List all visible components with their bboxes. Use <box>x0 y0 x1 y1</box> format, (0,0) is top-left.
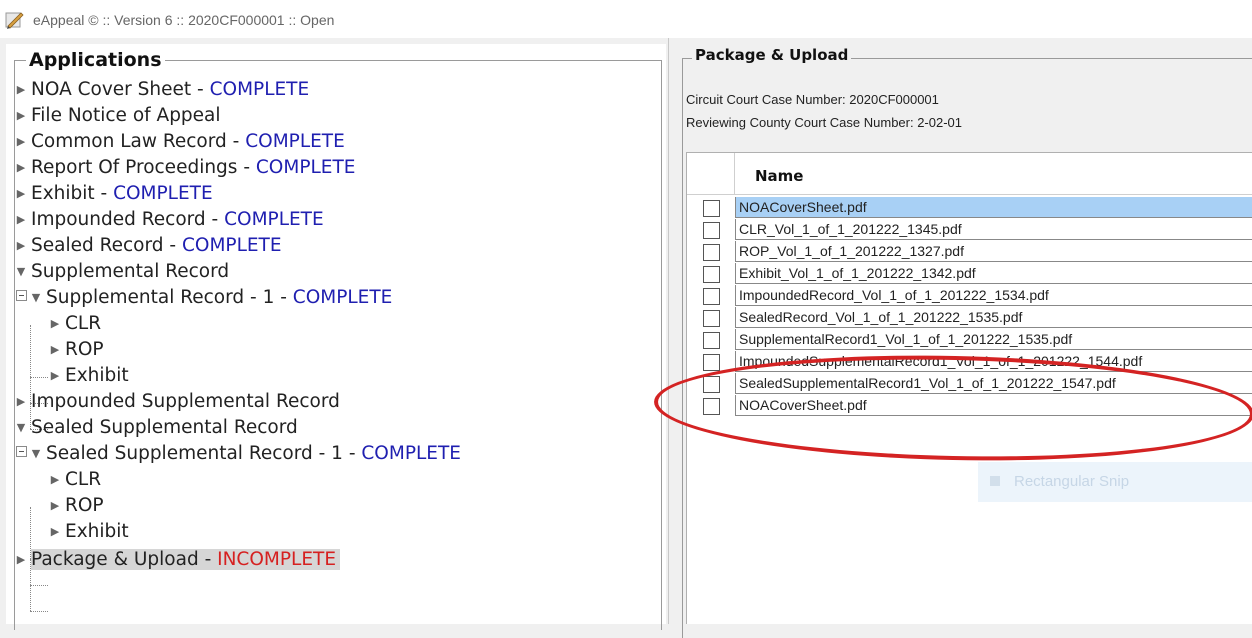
status-incomplete: INCOMPLETE <box>217 549 337 570</box>
tree-item-common-law-record[interactable]: ▶ Common Law Record - COMPLETE <box>14 129 345 155</box>
snip-icon <box>990 476 1000 486</box>
expand-arrow-icon[interactable]: ▶ <box>14 155 28 181</box>
select-column-header[interactable] <box>687 153 735 195</box>
status-complete: COMPLETE <box>292 287 393 308</box>
snip-label: Rectangular Snip <box>1014 473 1130 490</box>
row-checkbox[interactable] <box>703 244 720 261</box>
tree-item-sealed-exhibit[interactable]: ▶ Exhibit <box>48 519 129 545</box>
tree-item-noa-cover-sheet[interactable]: ▶ NOA Cover Sheet - COMPLETE <box>14 77 309 103</box>
expand-arrow-icon[interactable]: ▶ <box>48 519 62 545</box>
table-row[interactable]: SealedRecord_Vol_1_of_1_201222_1535.pdf <box>687 307 1252 328</box>
tree-item-sealed-supplemental-record[interactable]: ▼ Sealed Supplemental Record <box>14 415 298 441</box>
tree-item-report-of-proceedings[interactable]: ▶ Report Of Proceedings - COMPLETE <box>14 155 356 181</box>
table-row[interactable]: SupplementalRecord1_Vol_1_of_1_201222_15… <box>687 329 1252 350</box>
expand-arrow-icon[interactable]: ▶ <box>14 547 28 573</box>
status-complete: COMPLETE <box>361 443 461 464</box>
expand-arrow-icon[interactable]: ▶ <box>14 129 28 155</box>
tree-item-supplemental-exhibit[interactable]: ▶ Exhibit <box>48 363 129 389</box>
status-complete: COMPLETE <box>181 235 282 256</box>
expand-arrow-icon[interactable]: ▶ <box>14 233 28 259</box>
tree-item-exhibit[interactable]: ▶ Exhibit - COMPLETE <box>14 181 213 207</box>
expand-arrow-icon[interactable]: ▶ <box>48 363 62 389</box>
collapse-box-icon[interactable] <box>16 290 27 301</box>
tree-item-sealed-rop[interactable]: ▶ ROP <box>48 493 104 519</box>
tree-item-package-upload[interactable]: ▶ Package & Upload - INCOMPLETE <box>14 547 341 573</box>
table-row[interactable]: NOACoverSheet.pdf <box>687 197 1252 218</box>
expand-arrow-icon[interactable]: ▶ <box>48 311 62 337</box>
expand-arrow-icon[interactable]: ▶ <box>14 207 28 233</box>
applications-title: Applications <box>26 49 165 71</box>
row-checkbox[interactable] <box>703 222 720 239</box>
package-upload-title: Package & Upload <box>692 46 852 64</box>
title-bar: eAppeal © :: Version 6 :: 2020CF000001 :… <box>0 0 1252 38</box>
rectangular-snip-overlay: Rectangular Snip <box>978 462 1252 502</box>
circuit-case-number: Circuit Court Case Number: 2020CF000001 <box>686 92 939 107</box>
status-complete: COMPLETE <box>224 209 324 230</box>
status-complete: COMPLETE <box>113 183 213 204</box>
window-title: eAppeal © :: Version 6 :: 2020CF000001 :… <box>33 12 335 28</box>
file-name[interactable]: CLR_Vol_1_of_1_201222_1345.pdf <box>735 219 1252 240</box>
tree-item-supplemental-record[interactable]: ▼ Supplemental Record <box>14 259 229 285</box>
file-name[interactable]: ImpoundedRecord_Vol_1_of_1_201222_1534.p… <box>735 285 1252 306</box>
file-name[interactable]: Exhibit_Vol_1_of_1_201222_1342.pdf <box>735 263 1252 284</box>
app-icon <box>5 12 24 29</box>
row-checkbox[interactable] <box>703 354 720 371</box>
table-header: Name <box>687 153 1252 195</box>
status-complete: COMPLETE <box>255 157 356 178</box>
expand-arrow-icon[interactable]: ▶ <box>14 181 28 207</box>
row-checkbox[interactable] <box>703 200 720 217</box>
collapse-box-icon[interactable] <box>16 446 27 457</box>
county-case-number: Reviewing County Court Case Number: 2-02… <box>686 115 963 130</box>
tree-item-supplemental-record-1[interactable]: ▼ Supplemental Record - 1 - COMPLETE <box>16 285 392 311</box>
expand-arrow-icon[interactable]: ▶ <box>48 337 62 363</box>
collapse-arrow-icon[interactable]: ▼ <box>14 415 28 441</box>
row-checkbox[interactable] <box>703 288 720 305</box>
table-row[interactable]: ImpoundedRecord_Vol_1_of_1_201222_1534.p… <box>687 285 1252 306</box>
collapse-arrow-icon[interactable]: ▼ <box>29 285 43 311</box>
status-complete: COMPLETE <box>209 79 310 100</box>
tree-item-impounded-record[interactable]: ▶ Impounded Record - COMPLETE <box>14 207 324 233</box>
file-name[interactable]: NOACoverSheet.pdf <box>735 197 1252 218</box>
file-name[interactable]: SupplementalRecord1_Vol_1_of_1_201222_15… <box>735 329 1252 350</box>
expand-arrow-icon[interactable]: ▶ <box>14 77 28 103</box>
tree-item-sealed-record[interactable]: ▶ Sealed Record - COMPLETE <box>14 233 282 259</box>
tree-item-sealed-clr[interactable]: ▶ CLR <box>48 467 101 493</box>
package-upload-panel: Package & Upload Circuit Court Case Numb… <box>680 38 1252 638</box>
expand-arrow-icon[interactable]: ▶ <box>14 389 28 415</box>
name-column-header[interactable]: Name <box>755 167 803 185</box>
table-row[interactable]: CLR_Vol_1_of_1_201222_1345.pdf <box>687 219 1252 240</box>
tree-item-sealed-supplemental-record-1[interactable]: ▼ Sealed Supplemental Record - 1 - COMPLE… <box>16 441 461 467</box>
table-row[interactable]: Exhibit_Vol_1_of_1_201222_1342.pdf <box>687 263 1252 284</box>
tree-item-supplemental-rop[interactable]: ▶ ROP <box>48 337 104 363</box>
split-divider[interactable] <box>668 38 680 624</box>
file-name[interactable]: ROP_Vol_1_of_1_201222_1327.pdf <box>735 241 1252 262</box>
applications-panel: Applications ▶ NOA Cover Sheet - COMPLETE… <box>6 44 666 630</box>
row-checkbox[interactable] <box>703 310 720 327</box>
collapse-arrow-icon[interactable]: ▼ <box>29 441 43 467</box>
tree-item-supplemental-clr[interactable]: ▶ CLR <box>48 311 101 337</box>
status-complete: COMPLETE <box>245 131 345 152</box>
file-name[interactable]: SealedRecord_Vol_1_of_1_201222_1535.pdf <box>735 307 1252 328</box>
table-row[interactable]: ROP_Vol_1_of_1_201222_1327.pdf <box>687 241 1252 262</box>
row-checkbox[interactable] <box>703 332 720 349</box>
expand-arrow-icon[interactable]: ▶ <box>48 467 62 493</box>
expand-arrow-icon[interactable]: ▶ <box>48 493 62 519</box>
expand-arrow-icon[interactable]: ▶ <box>14 103 28 129</box>
collapse-arrow-icon[interactable]: ▼ <box>14 259 28 285</box>
row-checkbox[interactable] <box>703 266 720 283</box>
tree-item-file-notice-of-appeal[interactable]: ▶ File Notice of Appeal <box>14 103 221 129</box>
tree-item-impounded-supplemental-record[interactable]: ▶ Impounded Supplemental Record <box>14 389 340 415</box>
